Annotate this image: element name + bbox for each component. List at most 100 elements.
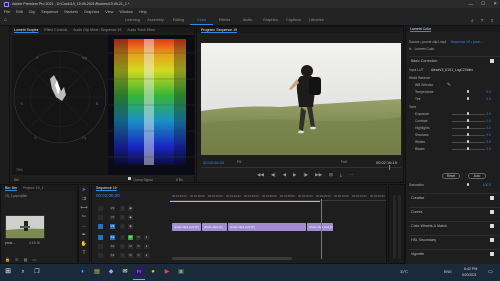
workspace-tab-color[interactable]: Color [190,17,213,25]
highlights-slider[interactable] [452,126,485,129]
tab-bin[interactable]: Bin: 8m [5,186,17,190]
exposure-value[interactable]: 0.0 [486,112,491,116]
shadows-value[interactable]: 0.0 [486,133,491,137]
source-clip-label[interactable]: Source • proxie clip1.mp4 [409,40,446,44]
vignette-checkbox[interactable] [490,252,494,256]
temperature-value[interactable]: 0.0 [486,90,491,94]
track-target-a1[interactable] [98,235,103,240]
basic-correction-checkbox[interactable] [490,59,494,63]
timeline-zoom-scrollbar[interactable] [172,257,292,260]
go-to-in-icon[interactable]: ◀| [271,172,276,178]
hand-tool-icon[interactable]: ✋ [79,240,89,248]
help-icon[interactable]: ? [481,18,484,24]
eyedropper-icon[interactable]: ✎ [447,82,451,88]
microphone-icon[interactable]: ● [144,244,149,249]
time-ruler[interactable]: 00:01:25:00 00:01:30:00 00:01:35:00 00:0… [170,194,386,202]
tab-audio-clip-mixer[interactable]: Audio Clip Mixer: Sequence 19 [73,28,121,32]
highlights-knob[interactable] [467,126,470,129]
blacks-slider[interactable] [452,147,485,150]
type-tool-icon[interactable]: T [79,249,89,257]
selection-tool-icon[interactable]: ➤ [79,186,89,194]
blacks-value[interactable]: 0.0 [486,147,491,151]
menu-view[interactable]: View [105,10,113,14]
track-label-a2[interactable]: A2 [110,244,115,249]
timeline-playhead[interactable] [321,199,322,259]
creative-section[interactable]: Creative [409,193,498,201]
workspace-tab-effects[interactable]: Effects [213,17,236,25]
exposure-knob[interactable] [467,112,470,115]
highlights-value[interactable]: 0.0 [486,126,491,130]
shadows-slider[interactable] [452,133,485,136]
lock-icon[interactable]: 🔒 [5,257,10,262]
contrast-knob[interactable] [467,119,470,122]
more-icon[interactable]: ⋯ [349,172,354,178]
solo-track-button[interactable]: S [136,253,141,258]
store-icon[interactable]: ◆ [106,267,116,277]
menu-window[interactable]: Window [119,10,133,14]
microphone-icon[interactable]: ● [144,253,149,258]
timeline-clip[interactable]: proxie clip1.mp4 [V] [228,223,306,231]
eye-icon[interactable]: ◉ [128,206,133,211]
menu-help[interactable]: Help [139,10,147,14]
menu-graphics[interactable]: Graphics [84,10,99,14]
workspace-tab-editing[interactable]: Editing [167,17,190,25]
clamp-signal-checkbox[interactable] [128,177,131,180]
search-icon[interactable]: ⌕ [18,267,28,277]
track-target-v1[interactable] [98,224,103,229]
color-wheels-checkbox[interactable] [490,224,494,228]
task-view-icon[interactable]: ❐ [32,267,42,277]
clip-name[interactable]: proxi... [5,241,15,245]
input-lut-dropdown[interactable]: AlexaV3_K1S1_LogC2Video [431,68,473,72]
reset-button[interactable]: Reset [442,173,460,179]
track-label-a3[interactable]: A3 [110,253,115,258]
minimize-button[interactable]: — [469,2,474,7]
step-back-icon[interactable]: ◀◀ [257,172,264,178]
fx-name[interactable]: Lumetri Color [415,47,435,51]
saturation-value[interactable]: 100.0 [483,183,491,187]
contrast-value[interactable]: 0.0 [486,119,491,123]
premiere-pro-taskbar-icon[interactable]: Pr [134,267,144,277]
menu-edit[interactable]: Edit [16,10,23,14]
list-view-icon[interactable]: ☰ [15,257,19,262]
lock-track-icon[interactable]: ▫ [120,253,125,258]
track-select-tool-icon[interactable]: ⇉ [79,195,89,203]
program-timecode[interactable]: 00:02:08:20 [203,160,224,165]
track-target-v3[interactable] [98,206,103,211]
workspace-tab-captions[interactable]: Captions [282,17,305,25]
track-target-a2[interactable] [98,244,103,249]
weather-widget[interactable]: 31°C [400,270,408,274]
microphone-icon[interactable]: ● [144,235,149,240]
tab-project[interactable]: Project: 19_1 [23,186,44,190]
workspace-tab-assembly[interactable]: Assembly [144,17,167,25]
app-icon[interactable]: ▣ [176,267,186,277]
edge-browser-icon[interactable]: ◐ [78,267,88,277]
notifications-icon[interactable]: ▭ [488,269,493,275]
temperature-slider[interactable] [452,90,485,93]
zoom-fit-dropdown[interactable]: Fit [237,160,241,164]
clock-time[interactable]: 6:42 PM [464,267,477,271]
whites-slider[interactable] [452,140,485,143]
sequence-clip-label[interactable]: Sequence 19 • proxi... [450,40,482,44]
curves-section[interactable]: Curves [409,207,498,215]
eye-icon[interactable]: ◉ [128,224,133,229]
mute-track-button[interactable]: M [128,253,133,258]
color-wheels-section[interactable]: Color Wheels & Match [409,221,498,229]
search-icon[interactable]: ⌕ [471,18,474,24]
timeline-clip[interactable]: proxie clip1.mp [202,223,227,231]
track-label-v2[interactable]: V2 [110,215,115,220]
menu-file[interactable]: File [4,10,10,14]
lock-track-icon[interactable]: ▫ [120,215,125,220]
language-indicator[interactable]: ENG [444,270,452,274]
razor-tool-icon[interactable]: ✂ [79,213,89,221]
home-icon[interactable]: ⌂ [4,18,10,23]
timeline-clip[interactable]: proxie clip1.mp4 [V] [307,223,333,231]
saturation-slider[interactable] [452,183,485,186]
step-forward-icon[interactable]: ▶▶ [315,172,322,178]
shadows-knob[interactable] [467,133,470,136]
workspace-tab-learning[interactable]: Learning [121,17,144,25]
solo-track-button[interactable]: S [136,244,141,249]
vignette-section[interactable]: Vignette [409,249,498,257]
playback-resolution-dropdown[interactable]: Full [341,160,347,164]
new-bin-icon[interactable]: ▭ [32,257,36,262]
whites-value[interactable]: 0.0 [486,140,491,144]
